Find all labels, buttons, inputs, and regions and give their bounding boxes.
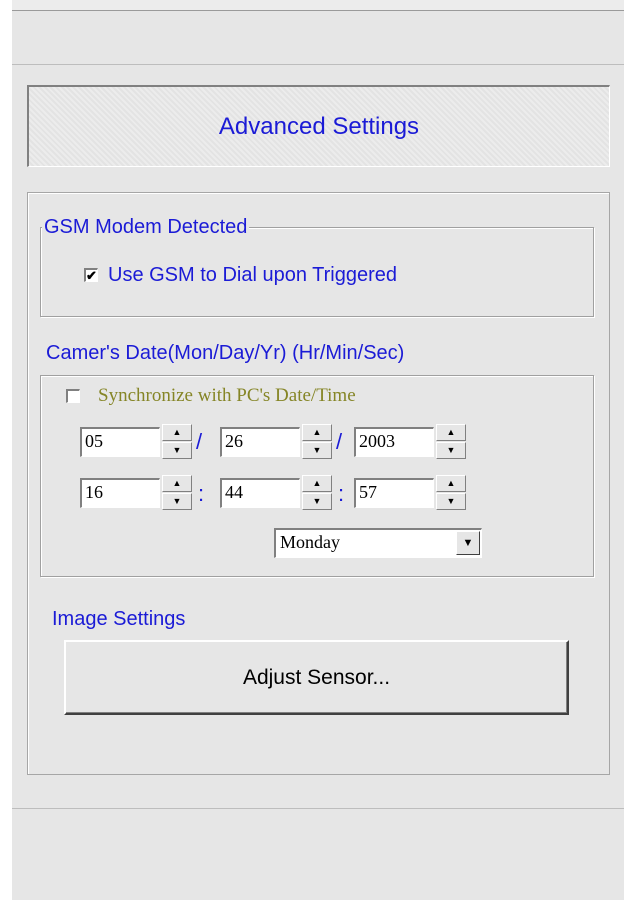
gsm-dial-label[interactable]: Use GSM to Dial upon Triggered bbox=[108, 264, 397, 286]
day-down-icon[interactable]: ▼ bbox=[302, 442, 332, 459]
image-settings-label: Image Settings bbox=[52, 608, 186, 630]
year-spinner[interactable]: ▲ ▼ bbox=[436, 424, 466, 460]
adjust-sensor-button[interactable]: Adjust Sensor... bbox=[64, 640, 569, 715]
header-divider bbox=[12, 64, 624, 65]
settings-panel: Advanced Settings GSM Modem Detected ✔ U… bbox=[12, 0, 624, 900]
bottom-divider bbox=[12, 808, 624, 809]
year-up-icon[interactable]: ▲ bbox=[436, 424, 466, 441]
camera-date-label: Camer's Date(Mon/Day/Yr) (Hr/Min/Sec) bbox=[46, 342, 405, 364]
month-field[interactable]: 05 bbox=[80, 427, 160, 457]
second-down-icon[interactable]: ▼ bbox=[436, 493, 466, 510]
hour-up-icon[interactable]: ▲ bbox=[162, 475, 192, 492]
year-down-icon[interactable]: ▼ bbox=[436, 442, 466, 459]
sync-pc-checkbox[interactable] bbox=[66, 389, 80, 403]
dropdown-arrow-icon[interactable]: ▼ bbox=[456, 531, 480, 555]
time-separator-1: : bbox=[198, 481, 205, 506]
month-spinner[interactable]: ▲ ▼ bbox=[162, 424, 192, 460]
gsm-group-label: GSM Modem Detected bbox=[42, 216, 250, 238]
weekday-value: Monday bbox=[280, 532, 340, 552]
hour-field[interactable]: 16 bbox=[80, 478, 160, 508]
day-spinner[interactable]: ▲ ▼ bbox=[302, 424, 332, 460]
title-banner: Advanced Settings bbox=[27, 85, 610, 167]
date-separator-1: / bbox=[196, 429, 203, 454]
second-field[interactable]: 57 bbox=[354, 478, 434, 508]
gsm-dial-checkbox[interactable]: ✔ bbox=[84, 268, 98, 282]
hour-spinner[interactable]: ▲ ▼ bbox=[162, 475, 192, 511]
sync-pc-label[interactable]: Synchronize with PC's Date/Time bbox=[98, 385, 356, 407]
minute-field[interactable]: 44 bbox=[220, 478, 300, 508]
year-field[interactable]: 2003 bbox=[354, 427, 434, 457]
top-divider bbox=[12, 0, 624, 11]
month-up-icon[interactable]: ▲ bbox=[162, 424, 192, 441]
date-separator-2: / bbox=[336, 429, 343, 454]
page-title: Advanced Settings bbox=[218, 112, 420, 140]
second-spinner[interactable]: ▲ ▼ bbox=[436, 475, 466, 511]
day-up-icon[interactable]: ▲ bbox=[302, 424, 332, 441]
day-field[interactable]: 26 bbox=[220, 427, 300, 457]
hour-down-icon[interactable]: ▼ bbox=[162, 493, 192, 510]
weekday-select[interactable]: Monday ▼ bbox=[274, 528, 482, 558]
second-up-icon[interactable]: ▲ bbox=[436, 475, 466, 492]
minute-down-icon[interactable]: ▼ bbox=[302, 493, 332, 510]
month-down-icon[interactable]: ▼ bbox=[162, 442, 192, 459]
minute-spinner[interactable]: ▲ ▼ bbox=[302, 475, 332, 511]
minute-up-icon[interactable]: ▲ bbox=[302, 475, 332, 492]
time-separator-2: : bbox=[338, 481, 345, 506]
